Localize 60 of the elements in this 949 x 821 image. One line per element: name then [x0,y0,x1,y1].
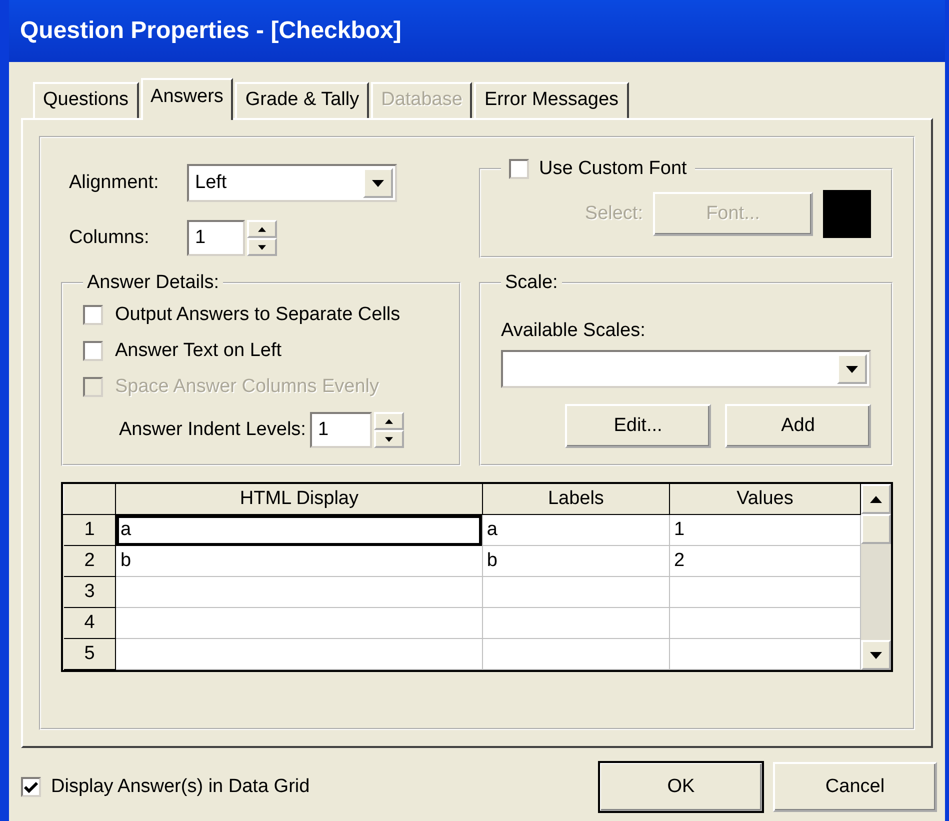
scroll-down-button[interactable] [861,640,891,670]
column-header[interactable]: Values [669,484,860,514]
dialog-button[interactable]: OK [599,762,763,812]
tab[interactable]: Grade & Tally [235,82,370,118]
scale-button[interactable]: Add [725,404,871,448]
scrollbar[interactable] [861,484,891,670]
scale-button[interactable]: Edit... [565,404,711,448]
checkbox[interactable] [83,341,103,361]
spin-down-button[interactable] [374,430,404,448]
row-header[interactable]: 1 [64,514,116,546]
number-field[interactable]: 1 [310,412,372,448]
checkbox-label: Space Answer Columns Evenly [115,376,380,398]
dropdown-arrow-icon [846,366,858,372]
checkbox-label: Use Custom Font [539,158,687,180]
group-title: Scale: [504,272,559,294]
spin-up-button[interactable] [374,412,404,430]
table-cell[interactable]: 1 [669,514,860,546]
scroll-thumb[interactable] [861,514,891,544]
color-swatch[interactable] [823,190,871,238]
dialog-button[interactable]: Cancel [773,762,937,812]
up-arrow-icon [870,496,882,502]
alignment-dropdown[interactable]: Left [187,164,397,202]
dropdown-arrow-icon [372,180,384,186]
spin-up-button[interactable] [247,220,277,238]
table-cell[interactable]: b [116,546,482,576]
up-arrow-icon [258,226,266,232]
column-header[interactable]: Labels [482,484,670,514]
down-arrow-icon [384,436,393,442]
table-cell[interactable]: b [482,546,670,576]
field-label: Available Scales: [501,320,646,342]
column-header[interactable]: HTML Display [116,484,482,514]
field-label: Columns: [69,227,150,249]
window-title: Question Properties - [Checkbox] [20,17,402,45]
tab[interactable]: Error Messages [474,82,629,118]
checkbox[interactable] [21,777,41,797]
tab[interactable]: Answers [140,78,234,120]
number-field[interactable]: 1 [187,220,245,256]
field-label: Answer Indent Levels: [119,419,306,441]
checkbox-label: Answer Text on Left [115,340,282,362]
checkbox-label: Display Answer(s) in Data Grid [51,776,310,798]
spin-down-button[interactable] [247,238,277,256]
row-header[interactable]: 4 [64,608,116,638]
checkbox-label: Output Answers to Separate Cells [115,304,400,326]
scroll-up-button[interactable] [861,484,891,514]
row-header[interactable]: 5 [64,638,116,670]
checkbox[interactable] [83,305,103,325]
scales-dropdown[interactable] [501,350,871,388]
table-cell[interactable]: a [116,514,482,546]
group-title: Answer Details: [86,272,220,294]
row-header[interactable]: 2 [64,546,116,576]
table-cell[interactable]: a [482,514,670,546]
field-label: Select: [584,203,643,225]
down-arrow-icon [870,652,882,658]
up-arrow-icon [384,418,393,424]
check-icon [24,781,38,793]
table-cell[interactable]: 2 [669,546,860,576]
down-arrow-icon [258,244,266,250]
tab[interactable]: Questions [33,82,139,118]
field-label: Alignment: [69,172,160,194]
row-header[interactable]: 3 [64,576,116,608]
